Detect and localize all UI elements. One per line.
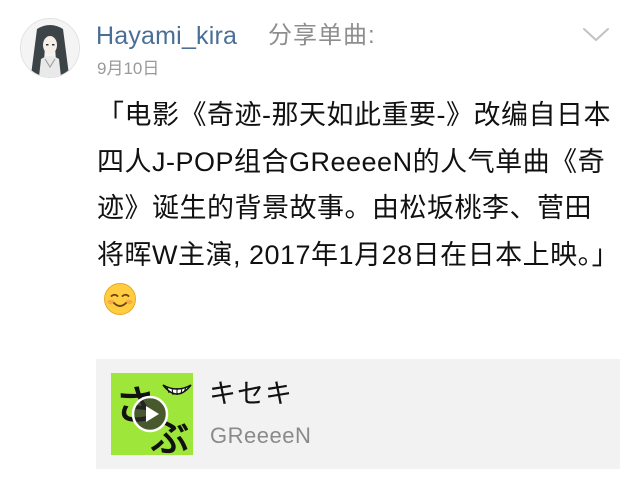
user-avatar[interactable] [20,18,80,78]
smiling-face-icon [103,282,137,331]
album-cover: さ ぶ [111,373,193,455]
username-link[interactable]: Hayami_kira [96,20,237,52]
weibo-post: Hayami_kira 分享单曲: 9月10日 「电影《奇迹-那天如此重要-》改… [0,0,640,479]
post-body: 「电影《奇迹-那天如此重要-》改编自日本四人J-POP组合GReeeeN的人气单… [97,100,620,270]
song-artist: GReeeeN [210,423,312,448]
play-icon[interactable] [131,395,169,433]
avatar-illustration [21,19,79,77]
chevron-down-icon[interactable] [580,24,612,46]
share-action-label: 分享单曲: [268,22,376,49]
song-title: キセキ [209,379,293,409]
post-date: 9月10日 [97,59,160,78]
music-card[interactable]: さ ぶ キセキ GReeeeN [96,359,620,469]
post-text: 「电影《奇迹-那天如此重要-》改编自日本四人J-POP组合GReeeeN的人气单… [97,92,620,331]
